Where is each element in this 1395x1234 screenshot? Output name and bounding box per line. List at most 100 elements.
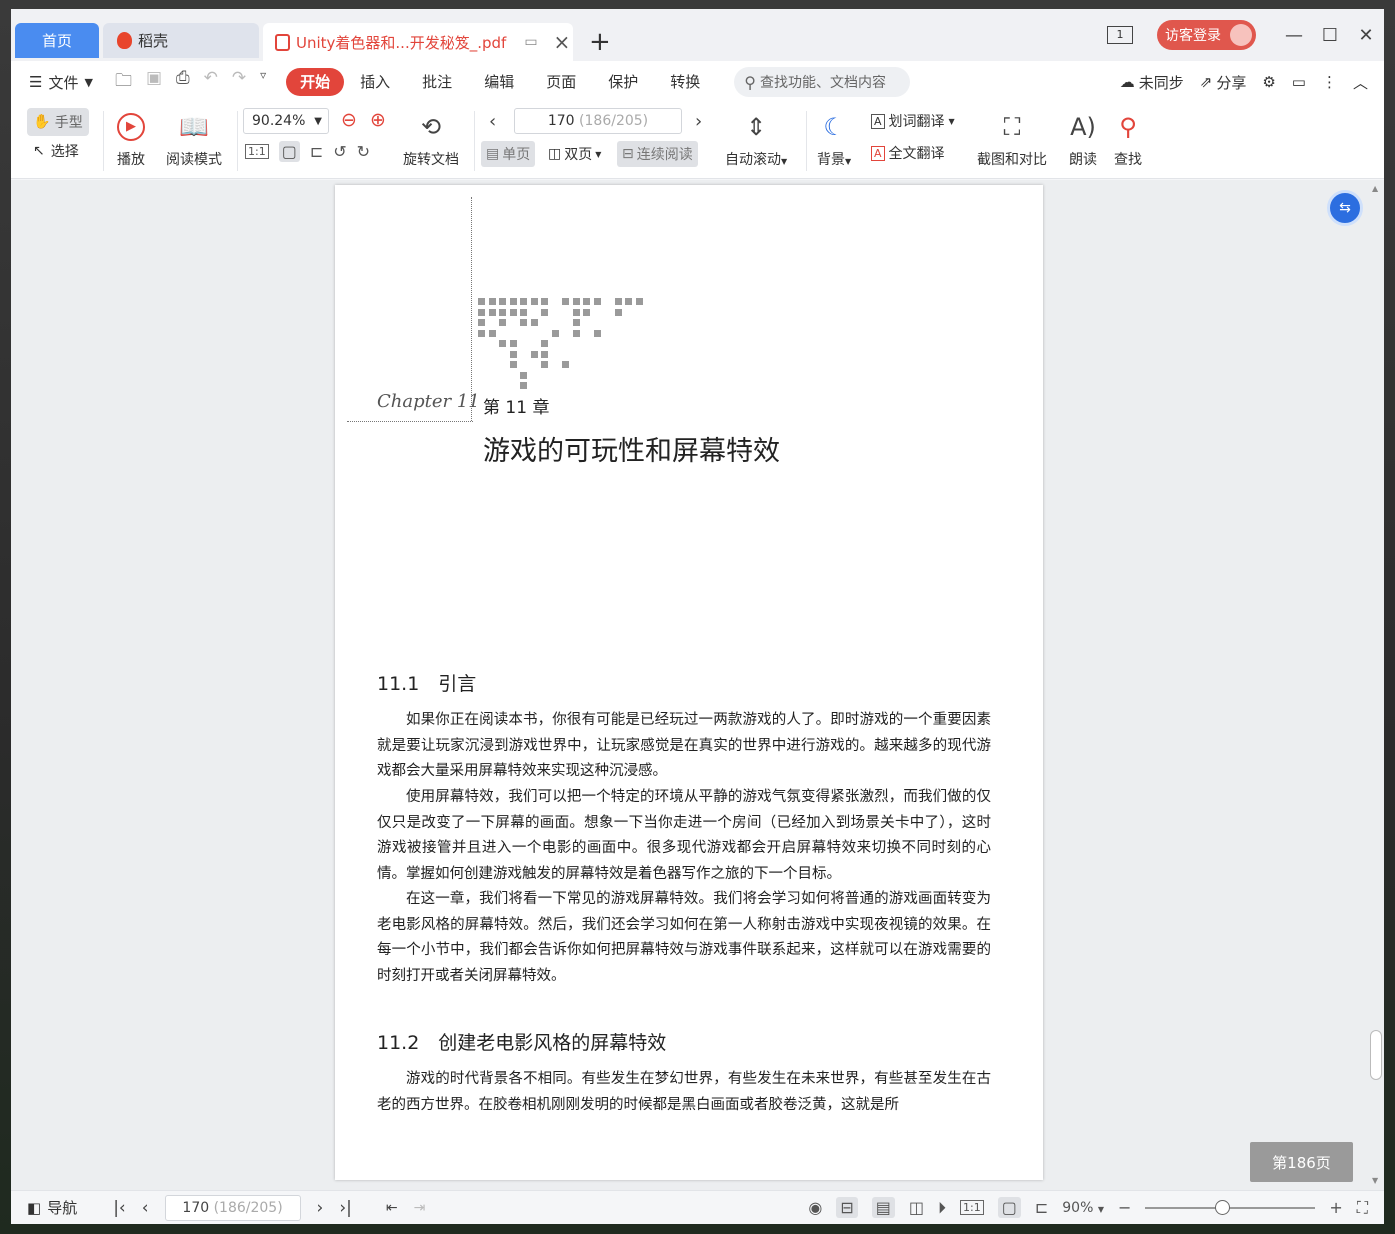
zoom-dropdown[interactable]: 90% ▼ <box>1062 1200 1104 1216</box>
rotate-document-icon: ⟲ <box>420 113 442 141</box>
prev-page-icon[interactable]: ‹ <box>142 1198 149 1218</box>
read-mode-button[interactable]: 📖 阅读模式 <box>166 111 222 169</box>
chapter-divider-horizontal <box>347 421 473 422</box>
print-icon[interactable]: ⎙ <box>176 68 190 97</box>
hand-tool-button[interactable]: ✋ 手型 <box>27 108 89 136</box>
maximize-icon[interactable]: ☐ <box>1312 25 1348 46</box>
tab-annotate[interactable]: 批注 <box>406 68 468 96</box>
actual-size-icon[interactable]: 1:1 <box>245 144 269 159</box>
zoom-minus-icon[interactable]: − <box>1118 1198 1131 1217</box>
continuous-view-icon[interactable]: ⊟ <box>836 1197 858 1218</box>
back-icon[interactable]: ⇤ <box>386 1200 398 1216</box>
settings-gear-icon[interactable]: ⚙ <box>1262 73 1275 91</box>
close-window-icon[interactable]: ✕ <box>1348 25 1384 46</box>
tab-protect[interactable]: 保护 <box>592 68 654 96</box>
word-translate-button[interactable]: A 划词翻译 ▼ <box>871 111 955 131</box>
document-viewport[interactable]: Chapter 11 第 11 章 游戏的可玩性和屏幕特效 11.1 引言 如果… <box>11 180 1384 1190</box>
paragraph: 使用屏幕特效，我们可以把一个特定的环境从平静的游戏气氛变得紧张激烈，而我们做的仅… <box>377 789 991 883</box>
zoom-in-icon[interactable]: ⊕ <box>370 109 386 131</box>
file-menu[interactable]: ☰ 文件 ▼ <box>29 72 93 93</box>
play-icon[interactable]: ⏵ <box>938 1198 946 1218</box>
sync-button[interactable]: ☁ 未同步 <box>1120 72 1184 93</box>
comment-icon[interactable]: ▭ <box>1292 73 1306 91</box>
tab-page[interactable]: 页面 <box>530 68 592 96</box>
eye-protection-icon[interactable]: ◉ <box>808 1198 822 1217</box>
window-count-icon[interactable]: 1 <box>1107 26 1133 44</box>
fit-page-icon[interactable]: ▢ <box>997 1197 1021 1218</box>
visitor-login-button[interactable]: 访客登录 <box>1157 20 1256 50</box>
full-translate-label: 全文翻译 <box>888 146 945 162</box>
tab-edit[interactable]: 编辑 <box>468 68 530 96</box>
more-vertical-icon[interactable]: ⋮ <box>1322 73 1337 91</box>
navigation-toggle[interactable]: ◧ 导航 <box>27 1197 77 1218</box>
close-tab-icon[interactable]: × <box>554 30 571 54</box>
open-folder-icon[interactable]: 🗀 <box>115 68 132 97</box>
zoom-slider[interactable] <box>1145 1199 1316 1215</box>
find-label: 查找 <box>1114 152 1142 168</box>
tab-home[interactable]: 首页 <box>15 23 99 58</box>
tab-pdf-document[interactable]: Unity着色器和...开发秘笈_.pdf ▭ × <box>263 23 573 61</box>
double-page-button[interactable]: ◫ 双页 ▼ <box>543 141 606 167</box>
fit-width-icon[interactable]: ⊏ <box>1035 1198 1048 1217</box>
play-button[interactable]: ▶ 播放 <box>117 111 145 169</box>
status-page-current: 170 <box>182 1199 210 1216</box>
tab-daoke[interactable]: 稻壳 <box>103 23 259 58</box>
save-icon[interactable]: ▣ <box>146 68 162 97</box>
rotate-document-button[interactable]: ⟲ 旋转文档 <box>403 111 459 169</box>
select-tool-button[interactable]: ↖ 选择 <box>33 141 79 161</box>
vertical-scrollbar[interactable]: ▲ ▼ <box>1368 180 1384 1190</box>
hamburger-icon: ☰ <box>29 73 43 91</box>
single-page-view-icon[interactable]: ▤ <box>871 1197 895 1218</box>
zoom-select[interactable]: 90.24% ▼ <box>243 108 329 134</box>
zoom-out-icon[interactable]: ⊖ <box>341 109 357 131</box>
navigation-label: 导航 <box>47 1199 78 1217</box>
find-button[interactable]: ⚲ 查找 <box>1114 111 1142 169</box>
tab-pdf-label: Unity着色器和...开发秘笈_.pdf <box>296 33 507 52</box>
scroll-down-icon[interactable]: ▼ <box>1372 1176 1378 1185</box>
tab-start[interactable]: 开始 <box>286 68 345 96</box>
page-number-input[interactable]: 170 (186/205) <box>514 108 682 134</box>
screenshot-compare-button[interactable]: ⛶ 截图和对比 <box>977 111 1047 169</box>
fit-page-icon[interactable]: ▢ <box>278 141 300 162</box>
rotate-left-icon[interactable]: ↺ <box>333 142 346 161</box>
minimize-icon[interactable]: — <box>1276 25 1312 46</box>
continuous-read-button[interactable]: ⊟ 连续阅读 <box>617 141 698 167</box>
scrollbar-thumb[interactable] <box>1370 1030 1382 1080</box>
auto-scroll-button[interactable]: ⇕ 自动滚动▼ <box>725 111 787 169</box>
share-button[interactable]: ⇗ 分享 <box>1200 72 1247 93</box>
ornament-pixel <box>530 350 538 358</box>
double-page-view-icon[interactable]: ◫ <box>909 1198 924 1217</box>
undo-icon[interactable]: ↶ <box>204 68 218 97</box>
tab-convert[interactable]: 转换 <box>654 68 716 96</box>
ornament-pixel <box>478 298 485 305</box>
last-page-icon[interactable]: ›| <box>339 1198 352 1218</box>
next-page-icon[interactable]: › <box>317 1198 324 1218</box>
tab-insert[interactable]: 插入 <box>344 68 406 96</box>
floating-convert-button[interactable]: ⇆ <box>1327 190 1363 226</box>
next-page-icon[interactable]: › <box>695 111 702 132</box>
forward-icon[interactable]: ⇥ <box>414 1200 426 1216</box>
chapter-number: 第 11 章 <box>483 398 550 418</box>
single-page-button[interactable]: ▤ 单页 <box>481 141 536 167</box>
status-page-input[interactable]: 170 (186/205) <box>164 1194 301 1221</box>
fullscreen-icon[interactable]: ⛶ <box>1357 1198 1368 1218</box>
new-tab-icon[interactable]: + <box>589 27 611 57</box>
zoom-slider-knob[interactable] <box>1214 1199 1230 1215</box>
first-page-icon[interactable]: |‹ <box>113 1198 126 1218</box>
actual-size-icon[interactable]: 1:1 <box>960 1200 984 1215</box>
rotate-right-icon[interactable]: ↻ <box>357 142 370 161</box>
ornament-pixel <box>635 298 643 305</box>
redo-icon[interactable]: ↷ <box>232 68 246 97</box>
screen-icon[interactable]: ▭ <box>524 34 537 50</box>
search-input[interactable]: ⚲ 查找功能、文档内容 <box>734 67 911 97</box>
background-button[interactable]: ☾ 背景▼ <box>817 111 851 169</box>
prev-page-icon[interactable]: ‹ <box>489 111 496 132</box>
zoom-plus-icon[interactable]: + <box>1329 1198 1342 1217</box>
full-translate-button[interactable]: A 全文翻译 <box>871 143 945 163</box>
more-dropdown-icon[interactable]: ▿ <box>260 68 266 97</box>
collapse-ribbon-icon[interactable]: ︿ <box>1353 72 1368 93</box>
read-aloud-button[interactable]: A) 朗读 <box>1069 111 1097 169</box>
scroll-up-icon[interactable]: ▲ <box>1372 184 1378 193</box>
ornament-pixel <box>530 319 538 326</box>
fit-width-icon[interactable]: ⊏ <box>310 142 323 161</box>
